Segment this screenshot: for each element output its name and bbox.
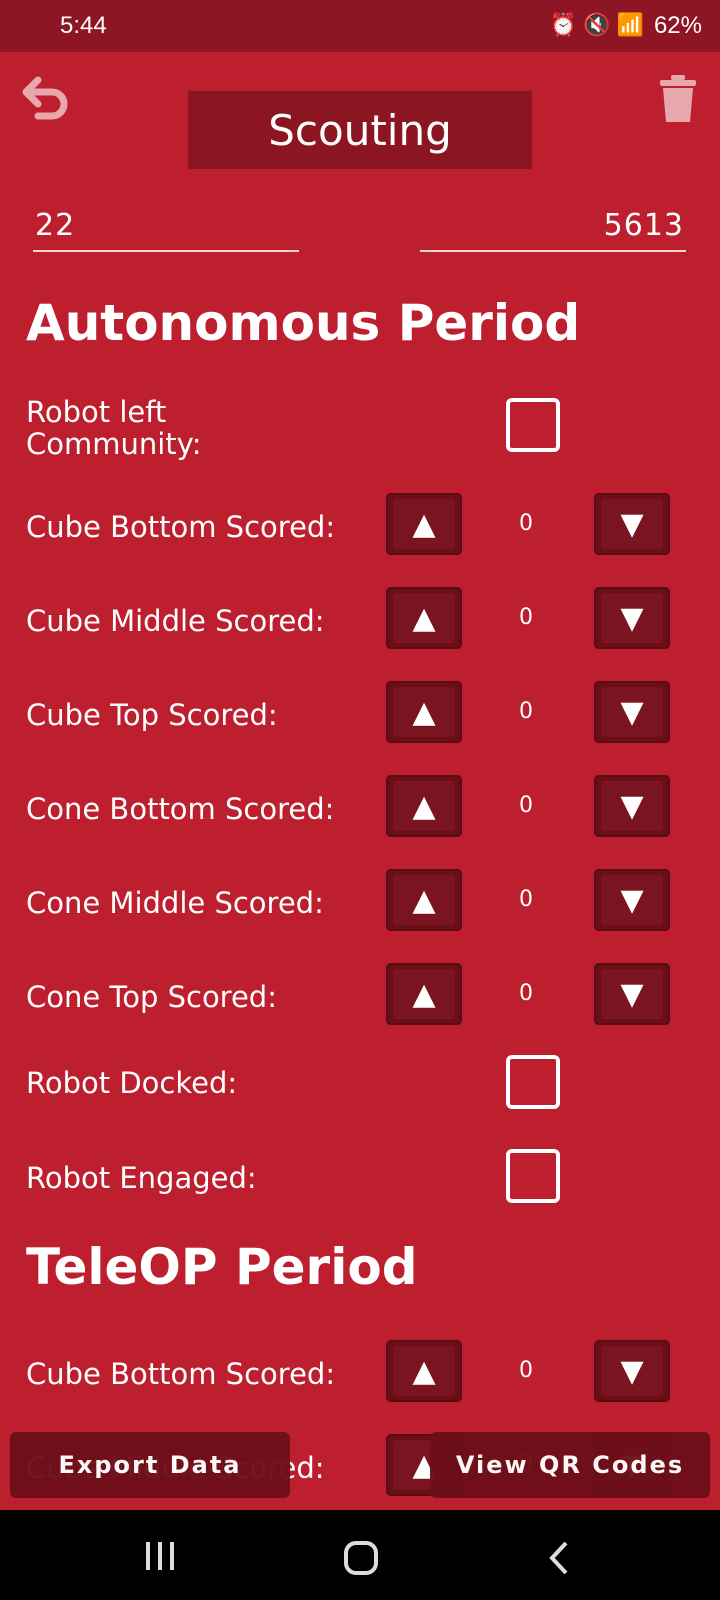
robot-left-community-checkbox[interactable] [506,398,560,452]
match-number-field[interactable]: 22 [33,200,299,252]
export-data-button[interactable]: Export Data [10,1432,290,1498]
back-icon[interactable] [22,74,72,122]
arrow-down-icon: ▼ [601,781,663,831]
auto-cone-middle-scored-count: 0 [519,887,533,912]
auto-cube-bottom-scored-count: 0 [519,511,533,536]
robot-left-community-label: Robot left Community: [26,395,202,461]
auto-cone-bottom-scored-increment-button[interactable]: ▲ [386,775,462,837]
arrow-up-icon: ▲ [393,875,455,925]
arrow-down-icon: ▼ [601,499,663,549]
teleop-cube-bottom-scored-count: 0 [519,1358,533,1383]
auto-cube-middle-scored-label: Cube Middle Scored: [26,604,325,638]
auto-cube-top-scored-decrement-button[interactable]: ▼ [594,681,670,743]
team-number-field[interactable]: 5613 [420,200,686,252]
auto-cone-top-scored-count: 0 [519,981,533,1006]
robot-engaged-checkbox[interactable] [506,1149,560,1203]
system-nav-bar [0,1510,720,1600]
auto-cube-bottom-scored-label: Cube Bottom Scored: [26,510,336,544]
arrow-down-icon: ▼ [601,1346,663,1396]
auto-cone-middle-scored-decrement-button[interactable]: ▼ [594,869,670,931]
auto-cone-middle-scored-increment-button[interactable]: ▲ [386,869,462,931]
arrow-down-icon: ▼ [601,593,663,643]
status-time: 5:44 [60,12,107,39]
auto-cone-top-scored-increment-button[interactable]: ▲ [386,963,462,1025]
back-nav-icon[interactable] [548,1540,572,1576]
arrow-up-icon: ▲ [393,593,455,643]
arrow-up-icon: ▲ [393,499,455,549]
trash-icon[interactable] [658,74,698,124]
auto-cube-top-scored-count: 0 [519,699,533,724]
teleop-cube-bottom-scored-increment-button[interactable]: ▲ [386,1340,462,1402]
auto-cube-middle-scored-count: 0 [519,605,533,630]
arrow-up-icon: ▲ [393,781,455,831]
auto-cube-bottom-scored-increment-button[interactable]: ▲ [386,493,462,555]
arrow-down-icon: ▼ [601,875,663,925]
page-title: Scouting [188,91,532,169]
auto-cube-top-scored-label: Cube Top Scored: [26,698,278,732]
auto-cone-bottom-scored-label: Cone Bottom Scored: [26,792,335,826]
teleop-cube-bottom-scored-decrement-button[interactable]: ▼ [594,1340,670,1402]
arrow-down-icon: ▼ [601,687,663,737]
auto-cone-bottom-scored-count: 0 [519,793,533,818]
teleop-cube-bottom-scored-label: Cube Bottom Scored: [26,1357,336,1391]
auto-cube-top-scored-increment-button[interactable]: ▲ [386,681,462,743]
auto-cube-bottom-scored-decrement-button[interactable]: ▼ [594,493,670,555]
auto-cube-middle-scored-decrement-button[interactable]: ▼ [594,587,670,649]
arrow-up-icon: ▲ [393,1346,455,1396]
recent-apps-icon[interactable] [144,1540,176,1572]
view-qr-codes-button[interactable]: View QR Codes [430,1432,710,1498]
robot-docked-label: Robot Docked: [26,1066,238,1100]
teleop-section-title: TeleOP Period [26,1238,418,1296]
auto-cone-top-scored-decrement-button[interactable]: ▼ [594,963,670,1025]
status-icons: ⏰🔇📶 [549,12,650,37]
home-icon[interactable] [343,1540,379,1576]
auto-cone-top-scored-label: Cone Top Scored: [26,980,277,1014]
robot-engaged-label: Robot Engaged: [26,1161,257,1195]
arrow-up-icon: ▲ [393,687,455,737]
arrow-up-icon: ▲ [393,969,455,1019]
auto-cone-bottom-scored-decrement-button[interactable]: ▼ [594,775,670,837]
arrow-down-icon: ▼ [601,969,663,1019]
status-bar: 5:44 ⏰🔇📶 62% [0,0,720,52]
robot-docked-checkbox[interactable] [506,1055,560,1109]
auto-cube-middle-scored-increment-button[interactable]: ▲ [386,587,462,649]
auto-cone-middle-scored-label: Cone Middle Scored: [26,886,324,920]
auto-section-title: Autonomous Period [26,294,581,352]
battery-level: 62% [653,12,702,39]
